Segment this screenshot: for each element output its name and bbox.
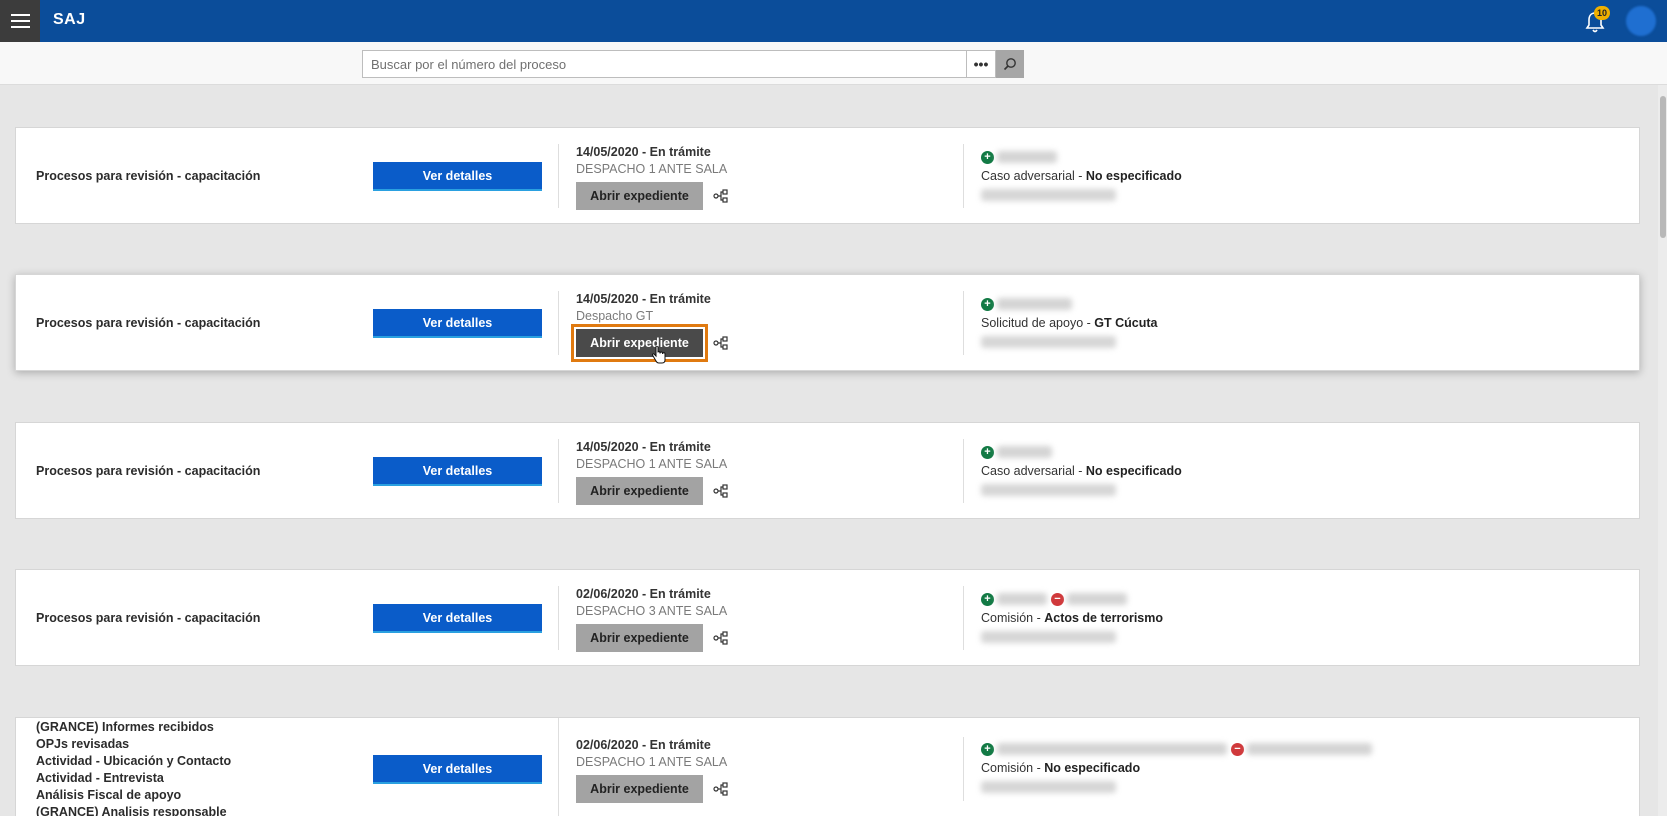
add-tag-icon[interactable]: + [981,297,994,311]
process-title: Procesos para revisión - capacitación [36,168,261,183]
remove-tag-icon[interactable]: − [1231,742,1244,756]
user-avatar[interactable] [1626,6,1656,36]
view-details-button[interactable]: Ver detalles [373,309,542,338]
divider [963,144,964,208]
search-icon [1003,58,1016,71]
date-status: 02/06/2020 - En trámite [576,587,711,601]
view-details-button[interactable]: Ver detalles [373,755,542,784]
view-details-button[interactable]: Ver detalles [373,457,542,486]
process-card: Procesos para revisión - capacitación Ve… [15,274,1640,371]
divider [558,586,559,650]
view-details-button[interactable]: Ver detalles [373,604,542,633]
process-title-line: (GRANCE) Informes recibidos [36,720,214,734]
divider [558,718,559,816]
process-title-list: (GRANCE) Informes recibidos OPJs revisad… [36,719,366,816]
process-tree-icon[interactable] [713,483,729,499]
top-app-bar: SAJ 10 [0,0,1667,42]
divider [558,439,559,503]
process-tree-icon[interactable] [713,188,729,204]
office-name: DESPACHO 1 ANTE SALA [576,755,728,769]
search-options-button[interactable]: ••• [967,50,996,78]
process-card: Procesos para revisión - capacitación Ve… [15,569,1640,666]
process-tree-icon[interactable] [713,335,729,351]
view-details-button[interactable]: Ver detalles [373,162,542,191]
date-status: 14/05/2020 - En trámite [576,145,711,159]
scrollbar-thumb[interactable] [1660,96,1666,238]
open-file-button[interactable]: Abrir expediente [576,775,703,803]
hamburger-menu-icon[interactable] [0,0,40,42]
office-name: DESPACHO 1 ANTE SALA [576,457,728,471]
case-type-line: Comisión - Actos de terrorismo [981,611,1163,625]
divider [963,439,964,503]
add-tag-icon[interactable]: + [981,592,994,606]
process-card: Procesos para revisión - capacitación Ve… [15,422,1640,519]
process-search-input[interactable] [362,50,967,78]
process-title: Procesos para revisión - capacitación [36,610,261,625]
case-type-line: Comisión - No especificado [981,761,1141,775]
office-name: DESPACHO 1 ANTE SALA [576,162,728,176]
divider [963,586,964,650]
case-type-line: Solicitud de apoyo - GT Cúcuta [981,316,1158,330]
divider [963,737,964,801]
case-type-line: Caso adversarial - No especificado [981,169,1182,183]
open-file-button[interactable]: Abrir expediente [571,324,708,362]
process-title-line: Actividad - Entrevista [36,771,164,785]
case-type-line: Caso adversarial - No especificado [981,464,1182,478]
notification-count-badge: 10 [1594,6,1610,20]
process-card: (GRANCE) Informes recibidos OPJs revisad… [15,717,1640,816]
process-title-line: Actividad - Ubicación y Contacto [36,754,232,768]
process-card: Procesos para revisión - capacitación Ve… [15,127,1640,224]
process-tree-icon[interactable] [713,781,729,797]
search-bar: ••• [0,42,1667,85]
date-status: 14/05/2020 - En trámite [576,292,711,306]
office-name: Despacho GT [576,309,654,323]
search-button[interactable] [996,50,1024,78]
process-tree-icon[interactable] [713,630,729,646]
remove-tag-icon[interactable]: − [1051,592,1064,606]
divider [963,291,964,355]
add-tag-icon[interactable]: + [981,742,994,756]
process-title-line: Análisis Fiscal de apoyo [36,788,182,802]
open-file-button[interactable]: Abrir expediente [576,182,703,210]
process-title-line: (GRANCE) Analisis responsable [36,805,227,816]
add-tag-icon[interactable]: + [981,150,994,164]
divider [558,144,559,208]
office-name: DESPACHO 3 ANTE SALA [576,604,728,618]
date-status: 14/05/2020 - En trámite [576,440,711,454]
add-tag-icon[interactable]: + [981,445,994,459]
divider [558,291,559,355]
date-status: 02/06/2020 - En trámite [576,738,711,752]
process-title: Procesos para revisión - capacitación [36,463,261,478]
app-title[interactable]: SAJ [53,11,86,29]
hand-cursor-icon [651,346,666,364]
process-title: Procesos para revisión - capacitación [36,315,261,330]
open-file-button[interactable]: Abrir expediente [576,624,703,652]
process-title-line: OPJs revisadas [36,737,130,751]
open-file-button[interactable]: Abrir expediente [576,477,703,505]
